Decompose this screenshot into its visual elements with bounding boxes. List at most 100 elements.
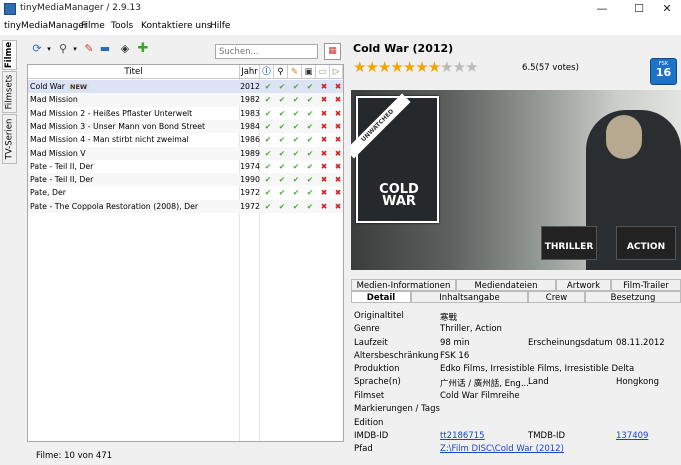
path-link[interactable]: Z:\Film DISC\Cold War (2012) [440, 444, 564, 454]
window-title: tinyMediaManager / 2.9.13 [20, 3, 141, 13]
cross-icon: ✖ [334, 121, 342, 131]
film-icon[interactable]: ▣ [302, 65, 316, 79]
row-year: 1986 [240, 135, 260, 145]
poster-title: COLD WAR [379, 182, 419, 209]
menu-hilfe[interactable]: Hilfe [210, 21, 230, 31]
info-icon[interactable]: ⓘ [260, 65, 274, 79]
chevron-down-icon[interactable]: ▾ [68, 42, 82, 56]
nfo-icon[interactable]: ✎ [288, 65, 302, 79]
table-row[interactable]: Mad Mission 4 - Man stirbt nicht zweimal… [28, 133, 343, 146]
tab-inhaltsangabe[interactable]: Inhaltsangabe [411, 291, 528, 303]
value-produktion: Edko Films, Irresistible Films, Irresist… [440, 364, 635, 374]
table-row[interactable]: Pate - The Coppola Restoration (2008), D… [28, 199, 343, 213]
play-icon[interactable]: ▷ [330, 65, 343, 79]
row-year: 1982 [240, 95, 260, 105]
menu-tools[interactable]: Tools [111, 21, 133, 31]
cross-icon: ✖ [334, 148, 342, 158]
tab-crew[interactable]: Crew [528, 291, 585, 303]
table-row[interactable]: Mad Mission 2 - Heißes Pflaster Unterwel… [28, 107, 343, 120]
check-icon: ✔ [278, 135, 286, 145]
tab-mediendateien[interactable]: Mediendateien [456, 279, 556, 291]
column-header-year[interactable]: Jahr [240, 65, 260, 79]
value-sprachen: 广州话 / 廣州話, Eng... [440, 379, 529, 389]
check-icon: ✔ [306, 82, 314, 91]
detail-panel: Originaltitel 寒戰 Genre Thriller, Action … [351, 304, 681, 465]
check-icon: ✔ [278, 188, 286, 198]
cross-icon: ✖ [334, 108, 342, 118]
minimize-button[interactable]: — [587, 0, 617, 18]
cross-icon: ✖ [320, 95, 328, 105]
value-laufzeit: 98 min [440, 338, 470, 348]
chevron-down-icon[interactable]: ▾ [42, 42, 56, 56]
row-year: 1984 [240, 121, 260, 131]
check-icon: ✔ [278, 82, 286, 91]
row-title: Pate - The Coppola Restoration (2008), D… [30, 201, 199, 211]
table-row[interactable]: Pate, Der 1972 ✔ ✔ ✔ ✔ ✖ ✖ [28, 186, 343, 199]
cross-icon: ✖ [320, 175, 328, 185]
star-icon: ★ [427, 58, 441, 76]
filter-icon[interactable]: ▦ [324, 43, 341, 60]
star-icon: ★ [377, 58, 391, 76]
tab-film-trailer[interactable]: Film-Trailer [611, 279, 681, 291]
check-icon: ✔ [278, 148, 286, 158]
imdb-link[interactable]: tt2186715 [440, 431, 485, 441]
rating-text: 6.5(57 votes) [522, 63, 579, 73]
check-icon: ✔ [292, 108, 300, 118]
search-icon[interactable]: ⚲ [274, 65, 288, 79]
unwatched-band: UNWATCHED [351, 93, 411, 159]
menu-filme[interactable]: Filme [81, 21, 105, 31]
side-tab-filmsets[interactable]: Filmsets [2, 71, 17, 113]
genre-badge-thriller: THRILLER [541, 226, 597, 260]
check-icon: ✔ [264, 175, 272, 185]
star-icon: ★ [365, 58, 378, 76]
table-row[interactable]: Mad Mission 3 - Unser Mann von Bond Stre… [28, 119, 343, 134]
table-row[interactable]: Mad Mission V 1989 ✔ ✔ ✔ ✔ ✖ ✖ [28, 146, 343, 160]
column-header-title[interactable]: Titel [28, 65, 240, 79]
app-window: tinyMediaManager / 2.9.13 — ☐ ✕ tinyMedi… [0, 0, 681, 465]
edit-icon[interactable]: ✎ [82, 42, 96, 56]
check-icon: ✔ [278, 108, 286, 118]
label-edition: Edition [354, 418, 384, 428]
add-icon[interactable]: ✚ [136, 42, 150, 56]
rename-icon[interactable]: ▬ [98, 42, 112, 56]
tab-artwork[interactable]: Artwork [556, 279, 611, 291]
check-icon: ✔ [306, 188, 314, 198]
check-icon: ✔ [264, 201, 272, 211]
row-year: 1972 [240, 188, 260, 198]
poster-image[interactable]: UNWATCHED COLD WAR [351, 93, 439, 223]
tab-medien-informationen[interactable]: Medien-Informationen [351, 279, 456, 291]
row-year: 2012 [240, 82, 260, 91]
subtitle-icon[interactable]: ▭ [316, 65, 330, 79]
tab-detail[interactable]: Detail [351, 291, 411, 303]
label-pfad: Pfad [354, 444, 373, 454]
close-button[interactable]: ✕ [652, 0, 681, 18]
table-row[interactable]: Pate - Teil II, Der 1990 ✔ ✔ ✔ ✔ ✖ ✖ [28, 173, 343, 187]
maximize-button[interactable]: ☐ [624, 0, 654, 18]
table-row[interactable]: Cold War NEW 2012 ✔ ✔ ✔ ✔ ✖ ✖ [28, 80, 343, 94]
table-row[interactable]: Mad Mission 1982 ✔ ✔ ✔ ✔ ✖ ✖ [28, 93, 343, 107]
check-icon: ✔ [264, 148, 272, 158]
cross-icon: ✖ [320, 108, 328, 118]
search-input[interactable] [215, 44, 318, 59]
menu-kontaktiere-uns[interactable]: Kontaktiere uns [141, 21, 211, 31]
row-year: 1974 [240, 161, 260, 171]
row-title: Pate - Teil II, Der [30, 175, 94, 185]
check-icon: ✔ [292, 161, 300, 171]
tab-besetzung[interactable]: Besetzung [585, 291, 681, 303]
side-tab-tv-serien[interactable]: TV-Serien [2, 114, 17, 164]
check-icon: ✔ [306, 121, 314, 131]
check-icon: ✔ [278, 201, 286, 211]
cross-icon: ✖ [334, 161, 342, 171]
row-title: Mad Mission 4 - Man stirbt nicht zweimal [30, 135, 189, 145]
side-tab-filme[interactable]: Filme [2, 40, 17, 70]
status-count: Filme: 10 von 471 [36, 451, 113, 461]
actor-head [606, 115, 642, 159]
menu-tinymediamanager[interactable]: tinyMediaManager [4, 21, 88, 31]
check-icon: ✔ [264, 161, 272, 171]
media-info-icon[interactable]: ◈ [118, 42, 132, 56]
table-row[interactable]: Pate - Teil II, Der 1974 ✔ ✔ ✔ ✔ ✖ ✖ [28, 160, 343, 173]
check-icon: ✔ [292, 82, 300, 91]
check-icon: ✔ [292, 175, 300, 185]
tmdb-link[interactable]: 137409 [616, 431, 648, 441]
label-genre: Genre [354, 324, 380, 334]
